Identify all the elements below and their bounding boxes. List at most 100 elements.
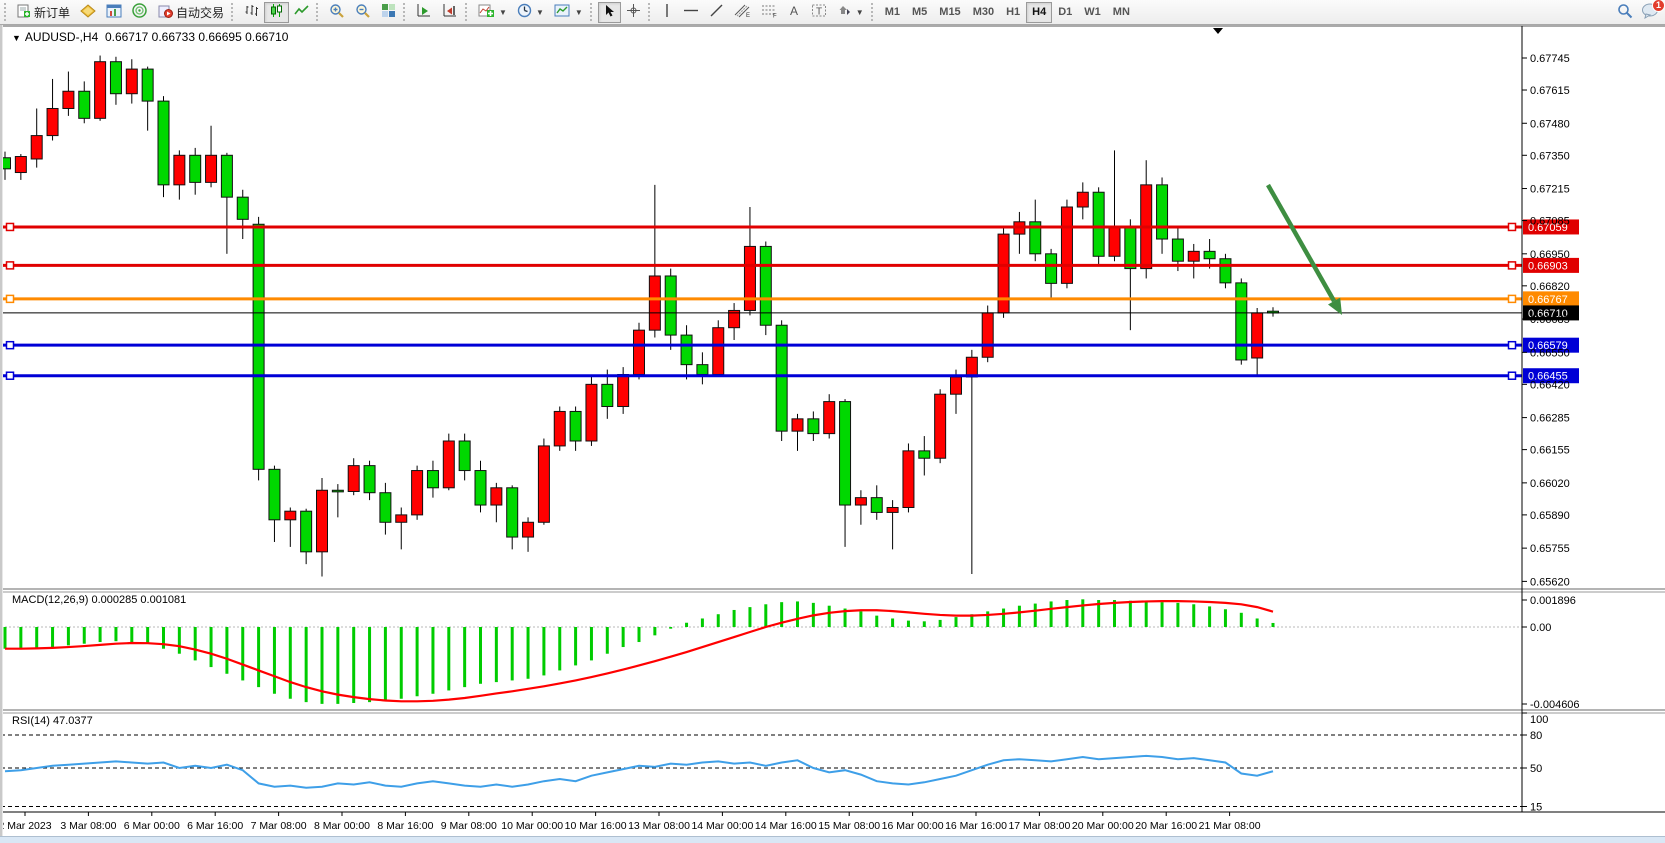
candle [570, 407, 581, 451]
timeframe-m15[interactable]: M15 [933, 2, 966, 23]
candle-body [871, 498, 882, 513]
new-order-icon [17, 4, 31, 21]
chart-canvas[interactable]: 0.670590.669030.667670.665790.664550.667… [0, 25, 1665, 836]
candle [998, 227, 1009, 318]
zoom-in-button[interactable] [324, 2, 350, 23]
market-watch-button[interactable] [75, 2, 101, 23]
toolbar-grip[interactable] [403, 3, 409, 21]
notifications-button[interactable]: 1 [1641, 3, 1659, 22]
candle-body [142, 69, 153, 101]
chart-menu-triangle-icon[interactable]: ▼ [12, 33, 21, 43]
candle [1014, 212, 1025, 254]
toolbar-grip[interactable] [231, 3, 237, 21]
candle [903, 443, 914, 512]
candle [538, 439, 549, 525]
equidistant-channel-button[interactable]: E [729, 2, 756, 23]
candle [380, 483, 391, 535]
candle-body [618, 374, 629, 406]
candle-body [1172, 239, 1183, 261]
fibonacci-button[interactable]: F [756, 2, 783, 23]
gold-tag-icon [80, 4, 96, 21]
timeframe-d1[interactable]: D1 [1052, 2, 1078, 23]
toolbar-grip[interactable] [871, 3, 877, 21]
candle-body [523, 522, 534, 537]
candle-body [158, 101, 169, 185]
candlestick-chart-button[interactable] [264, 2, 289, 23]
add-indicator-button[interactable]: ▼ [473, 2, 512, 23]
timeframe-m1[interactable]: M1 [879, 2, 906, 23]
toolbar-grip[interactable] [4, 3, 10, 21]
crosshair-button[interactable] [621, 2, 646, 23]
new-order-button[interactable]: 新订单 [12, 2, 75, 23]
candle-body [966, 357, 977, 377]
toolbar-grip[interactable] [316, 3, 322, 21]
line-handle [1509, 262, 1516, 269]
channel-icon: E [734, 3, 751, 21]
text-label-icon: T [811, 3, 827, 21]
candle [697, 352, 708, 384]
candle-body [808, 419, 819, 434]
auto-scroll-button[interactable] [411, 2, 437, 23]
template-button[interactable]: ▼ [549, 2, 588, 23]
candle-body [697, 365, 708, 375]
line-handle [7, 342, 14, 349]
chart-title: ▼AUDUSD-,H4 0.66717 0.66733 0.66695 0.66… [12, 30, 288, 44]
candle [1125, 219, 1136, 330]
candle [665, 269, 676, 350]
timeframe-h4[interactable]: H4 [1026, 2, 1052, 23]
template-icon [554, 3, 571, 21]
search-icon[interactable] [1617, 3, 1633, 22]
candle [110, 57, 121, 105]
candle [713, 320, 724, 377]
timeframe-mn[interactable]: MN [1107, 2, 1136, 23]
candle [1220, 254, 1231, 288]
candle-body [317, 490, 328, 552]
dropdown-arrow-icon: ▼ [536, 8, 544, 17]
chart-shift-button[interactable] [437, 2, 463, 23]
candle-body [1157, 185, 1168, 239]
bar-chart-button[interactable] [239, 2, 264, 23]
cursor-arrow-icon [603, 4, 616, 21]
candle-body [237, 197, 248, 219]
signals-button[interactable] [127, 2, 152, 23]
candle-body [491, 488, 502, 505]
window-left-edge [0, 25, 3, 836]
chart-shift-icon [442, 3, 458, 21]
time-axis[interactable] [0, 815, 1520, 837]
candle-body [1093, 192, 1104, 256]
tile-windows-button[interactable] [376, 2, 401, 23]
timeframe-m30[interactable]: M30 [967, 2, 1000, 23]
toolbar-grip[interactable] [590, 3, 596, 21]
candle [840, 399, 851, 547]
candle [190, 148, 201, 195]
zoom-in-icon [329, 3, 345, 22]
price-axis[interactable] [1522, 30, 1665, 810]
text-button[interactable]: A [783, 2, 806, 23]
period-button[interactable]: ▼ [512, 2, 549, 23]
text-label-button[interactable]: T [806, 2, 832, 23]
line-chart-button[interactable] [289, 2, 314, 23]
vertical-line-button[interactable] [656, 2, 678, 23]
chart-svg[interactable]: 0.670590.669030.667670.665790.664550.667… [0, 25, 1665, 836]
text-icon: A [788, 3, 801, 21]
charts-window-button[interactable] [101, 2, 127, 23]
zoom-out-button[interactable] [350, 2, 376, 23]
timeframe-h1[interactable]: H1 [1000, 2, 1026, 23]
candle [142, 67, 153, 131]
candle-body [31, 136, 42, 159]
candle [206, 126, 217, 188]
candle-body [459, 441, 470, 471]
cursor-button[interactable] [598, 2, 621, 23]
candle-body [285, 511, 296, 520]
auto-trading-button[interactable]: 自动交易 [152, 2, 229, 23]
arrows-shapes-button[interactable]: ▼ [832, 2, 869, 23]
toolbar-grip[interactable] [465, 3, 471, 21]
timeframe-w1[interactable]: W1 [1078, 2, 1107, 23]
toolbar-grip[interactable] [648, 3, 654, 21]
timeframe-m5[interactable]: M5 [906, 2, 933, 23]
candle [935, 389, 946, 463]
horizontal-line-button[interactable] [678, 2, 704, 23]
dropdown-arrow-icon: ▼ [856, 8, 864, 17]
trendline-button[interactable] [704, 2, 729, 23]
candle [871, 485, 882, 519]
